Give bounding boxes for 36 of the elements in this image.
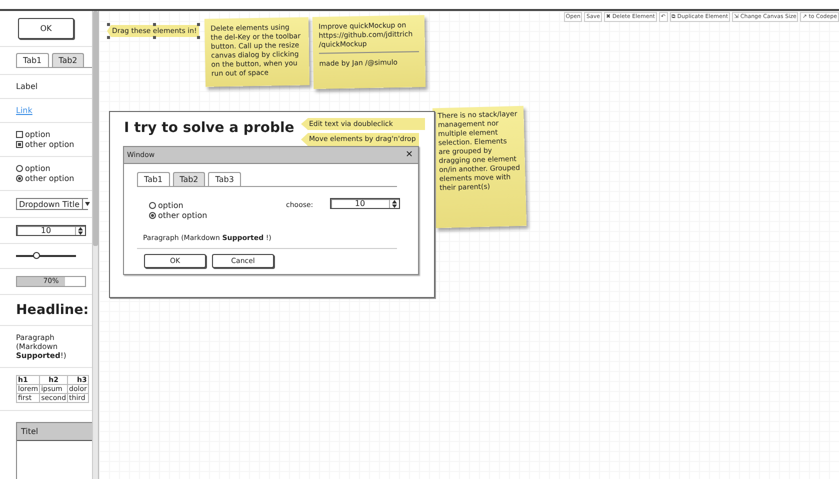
number-spinner[interactable]: 10 (330, 198, 400, 209)
checkbox[interactable] (16, 131, 23, 138)
ok-button[interactable]: OK (18, 18, 74, 39)
list-title: Titel (17, 423, 92, 441)
tab[interactable]: Tab3 (208, 172, 241, 186)
option-label: other option (158, 211, 208, 220)
radio-button[interactable] (149, 202, 156, 209)
label-text: Label (16, 82, 38, 91)
radio-button[interactable] (16, 175, 23, 182)
option-label: other option (25, 174, 74, 183)
scrollbar-thumb[interactable] (93, 11, 98, 246)
spinner-arrows-icon (75, 226, 85, 234)
headline: I try to solve a proble (124, 120, 294, 136)
resize-handle[interactable] (107, 23, 110, 26)
radio-button[interactable] (16, 165, 23, 172)
number-spinner[interactable]: 10 (16, 225, 86, 236)
resize-handle[interactable] (197, 36, 200, 39)
radio-button[interactable] (149, 212, 156, 219)
tab[interactable]: Tab1 (16, 53, 49, 67)
resize-handle[interactable] (197, 23, 200, 26)
option-label: option (25, 164, 50, 173)
close-icon[interactable]: ✕ (405, 150, 413, 160)
resize-handle[interactable] (153, 23, 156, 26)
headline: Headline: (16, 302, 89, 318)
tab[interactable]: Tab1 (137, 172, 170, 186)
tab[interactable]: Tab2 (172, 172, 206, 186)
resize-handle[interactable] (153, 36, 156, 39)
option-label: option (25, 130, 50, 139)
option-label: option (158, 201, 184, 210)
tab[interactable]: Tab2 (52, 53, 84, 67)
slider-thumb[interactable] (33, 252, 40, 259)
spinner-arrows-icon (389, 200, 399, 208)
option-label: other option (25, 140, 74, 149)
caret-icon (82, 199, 92, 209)
checkbox[interactable] (16, 141, 23, 148)
resize-handle[interactable] (107, 36, 110, 39)
